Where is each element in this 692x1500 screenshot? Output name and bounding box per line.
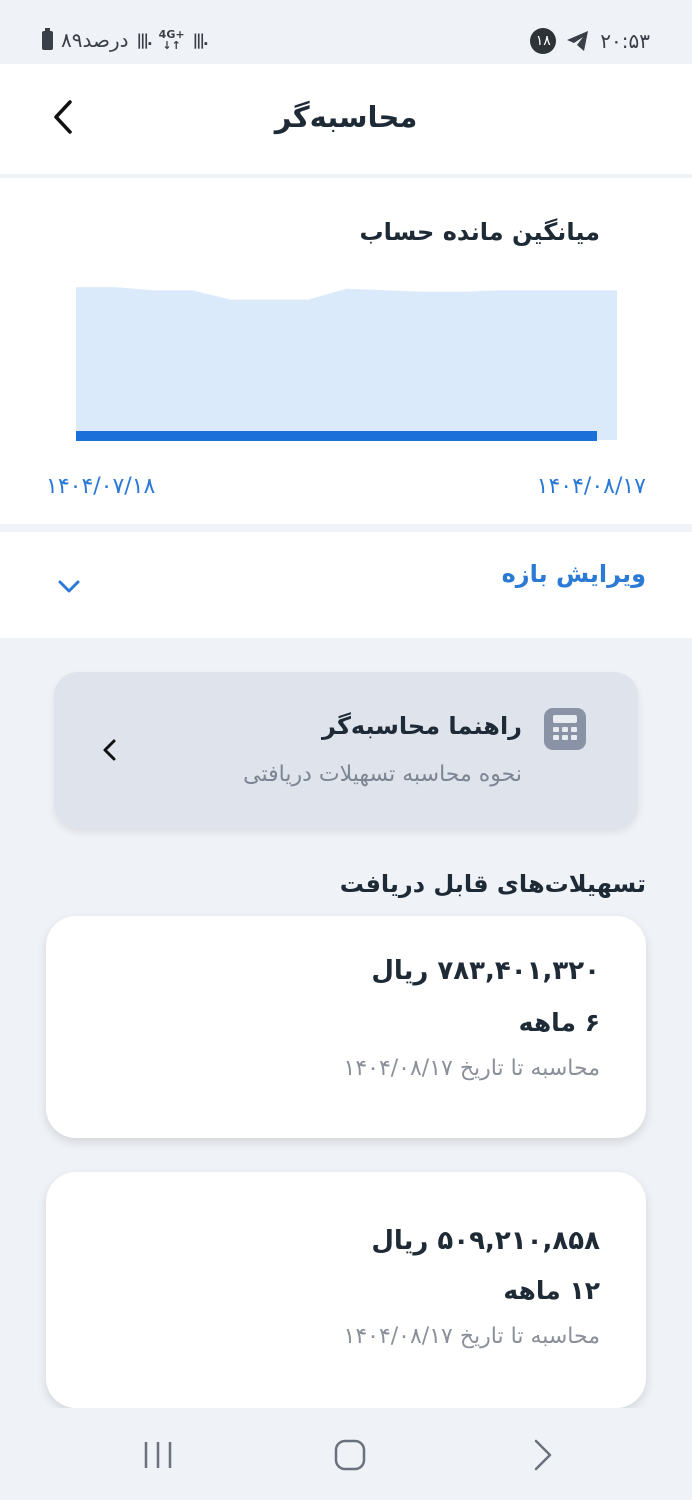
status-time: ۲۰:۵۳ bbox=[600, 29, 650, 53]
battery-text: ۸۹درصد bbox=[61, 28, 129, 52]
page-title: محاسبه‌گر bbox=[274, 100, 418, 134]
guide-title: راهنما محاسبه‌گر bbox=[322, 712, 522, 740]
loan-amount: ۷۸۳,۴۰۱,۳۲۰ ریال bbox=[371, 956, 600, 986]
chart-area-fill bbox=[76, 287, 617, 440]
edit-range-label: ویرایش بازه bbox=[501, 560, 646, 588]
status-bar: ۸۹درصد |||. 4G+ ↓↑ |||. ۱۸ ۲۰:۵۳ bbox=[0, 0, 692, 64]
chevron-left-icon bbox=[103, 739, 116, 761]
loan-term: ۶ ماهه bbox=[518, 1008, 600, 1037]
chevron-down-icon[interactable] bbox=[54, 572, 84, 602]
signal-icon: |||. bbox=[136, 31, 153, 49]
loan-option-card[interactable]: ۷۸۳,۴۰۱,۳۲۰ ریال ۶ ماهه محاسبه تا تاریخ … bbox=[46, 916, 646, 1138]
calculator-icon bbox=[544, 708, 586, 750]
chart-x-label-start: ۱۴۰۴/۰۸/۱۷ bbox=[536, 474, 646, 499]
loan-term: ۱۲ ماهه bbox=[503, 1276, 600, 1305]
back-nav-icon[interactable] bbox=[524, 1438, 564, 1472]
telegram-icon bbox=[567, 31, 589, 51]
home-icon[interactable] bbox=[330, 1438, 370, 1472]
recent-apps-icon[interactable] bbox=[138, 1438, 178, 1472]
loan-date-note: محاسبه تا تاریخ ۱۴۰۴/۰۸/۱۷ bbox=[343, 1324, 601, 1349]
notification-count-badge: ۱۸ bbox=[530, 28, 557, 54]
balance-chart-card: میانگین مانده حساب ۱۴۰۴/۰۷/۱۸ ۱۴۰۴/۰۸/۱۷ bbox=[0, 178, 692, 524]
status-bar-right: ۱۸ ۲۰:۵۳ bbox=[530, 28, 650, 54]
calculator-guide-card[interactable]: راهنما محاسبه‌گر نحوه محاسبه تسهیلات دری… bbox=[54, 672, 638, 828]
app-bar: محاسبه‌گر bbox=[0, 64, 692, 174]
signal-icon: |||. bbox=[192, 31, 209, 49]
chart-baseline-bar bbox=[76, 431, 597, 441]
system-navigation-bar bbox=[0, 1408, 692, 1500]
loan-date-note: محاسبه تا تاریخ ۱۴۰۴/۰۸/۱۷ bbox=[343, 1056, 601, 1081]
loan-option-card[interactable]: ۵۰۹,۲۱۰,۸۵۸ ریال ۱۲ ماهه محاسبه تا تاریخ… bbox=[46, 1172, 646, 1408]
chart-x-label-end: ۱۴۰۴/۰۷/۱۸ bbox=[46, 474, 156, 499]
loans-section-title: تسهیلات‌های قابل دریافت bbox=[339, 870, 646, 898]
balance-area-chart bbox=[76, 287, 617, 441]
network-type: 4G+ ↓↑ bbox=[158, 28, 185, 52]
loan-amount: ۵۰۹,۲۱۰,۸۵۸ ریال bbox=[371, 1226, 600, 1256]
edit-range-row[interactable]: ویرایش بازه bbox=[0, 532, 692, 638]
guide-subtitle: نحوه محاسبه تسهیلات دریافتی bbox=[243, 762, 522, 787]
battery-icon bbox=[42, 27, 53, 50]
status-bar-left: ۸۹درصد |||. 4G+ ↓↑ |||. bbox=[42, 27, 209, 52]
